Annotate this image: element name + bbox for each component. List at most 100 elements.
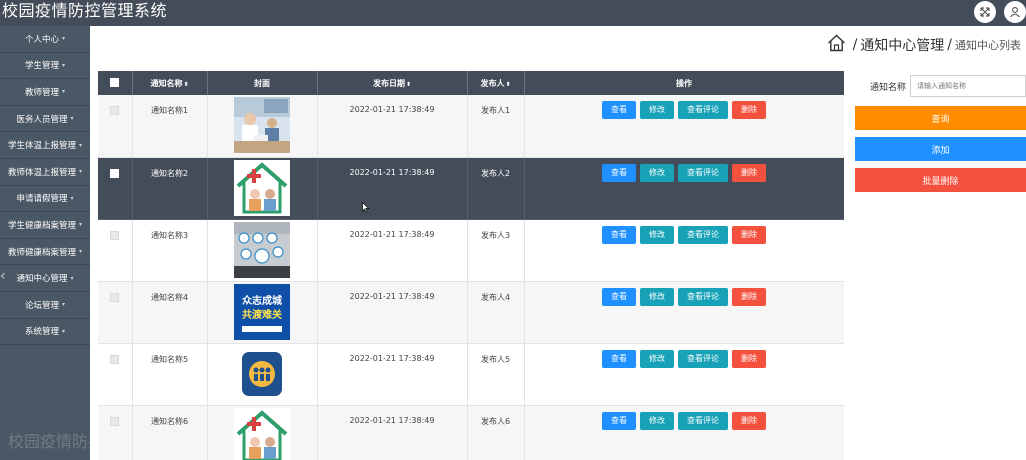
- fullscreen-icon[interactable]: [974, 1, 996, 23]
- view-comments-button[interactable]: 查看评论: [678, 101, 728, 119]
- search-panel: 通知名称 查询 添加 批量删除: [855, 74, 1026, 192]
- search-label: 通知名称: [870, 82, 907, 93]
- view-button[interactable]: 查看: [602, 163, 636, 182]
- chevron-down-icon: ▾: [79, 221, 83, 229]
- column-header-name[interactable]: 通知名称⬍: [132, 71, 208, 95]
- view-comments-button[interactable]: 查看评论: [678, 225, 728, 244]
- chevron-down-icon: ▾: [79, 248, 83, 256]
- table-row[interactable]: 通知名称2 2022-01-21 17:38:49 发布人2 查看 修改 查看评论删…: [98, 157, 844, 220]
- row-checkbox[interactable]: [110, 292, 120, 302]
- search-button[interactable]: 查询: [855, 106, 1026, 130]
- breadcrumb-separator: /: [852, 37, 858, 53]
- cell-date: 2022-01-21 17:38:49: [317, 157, 468, 220]
- edit-button[interactable]: 修改: [640, 349, 674, 368]
- row-checkbox[interactable]: [110, 354, 120, 364]
- sidebar-item-teacher[interactable]: 教师管理 ▾: [0, 79, 90, 106]
- view-comments-button[interactable]: 查看评论: [678, 349, 728, 368]
- cell-name: 通知名称4: [132, 281, 208, 344]
- column-header-publisher[interactable]: 发布人⬍: [467, 71, 525, 95]
- cell-name: 通知名称3: [132, 219, 208, 282]
- view-button[interactable]: 查看: [602, 101, 636, 119]
- edit-button[interactable]: 修改: [640, 225, 674, 244]
- sidebar-item-label: 教师体温上报管理: [7, 167, 76, 178]
- delete-button[interactable]: 删除: [732, 287, 766, 306]
- sidebar-item-medical-staff[interactable]: 医务人员管理 ▾: [0, 106, 90, 133]
- sort-icon[interactable]: ⬍: [505, 81, 510, 88]
- column-header-date[interactable]: 发布日期⬍: [317, 71, 468, 95]
- cover-image: [234, 407, 290, 460]
- sort-icon[interactable]: ⬍: [406, 81, 411, 88]
- sidebar-item-teacher-health-record[interactable]: 教师健康档案管理 ▾: [0, 239, 90, 266]
- chevron-down-icon: ▾: [62, 327, 66, 335]
- app-title: 校园疫情防控管理系统: [2, 1, 168, 20]
- sidebar-collapse-icon[interactable]: ‹: [0, 266, 10, 286]
- cell-date: 2022-01-21 17:38:49: [317, 281, 468, 344]
- table-row[interactable]: 通知名称5 2022-01-21 17:38:49 发布人5 查看 修改 查看评论删…: [98, 343, 844, 406]
- sidebar-item-label: 个人中心: [24, 34, 59, 45]
- cell-publisher: 发布人6: [467, 405, 525, 460]
- sidebar-item-leave-request[interactable]: 申请请假管理 ▾: [0, 186, 90, 213]
- cell-date: 2022-01-21 17:38:49: [317, 343, 468, 406]
- cell-name: 通知名称1: [132, 95, 208, 158]
- column-header-cover: 封面: [207, 71, 318, 95]
- sidebar: 个人中心 ▾ 学生管理 ▾ 教师管理 ▾ 医务人员管理 ▾ 学生体温上报管理 ▾ 教师体温…: [0, 26, 90, 460]
- chevron-down-icon: ▾: [70, 115, 74, 123]
- edit-button[interactable]: 修改: [640, 287, 674, 306]
- delete-button[interactable]: 删除: [732, 225, 766, 244]
- cell-date: 2022-01-21 17:38:49: [317, 405, 468, 460]
- sidebar-item-label: 论坛管理: [24, 300, 59, 311]
- delete-button[interactable]: 删除: [732, 349, 766, 368]
- cell-publisher: 发布人1: [467, 95, 525, 158]
- row-checkbox[interactable]: [110, 106, 120, 115]
- table-row[interactable]: 通知名称1 2022-01-21 17:38:49 发布人1 查看 修改 查看评论删…: [98, 95, 844, 158]
- sort-icon[interactable]: ⬍: [183, 81, 188, 88]
- notification-name-input[interactable]: [910, 75, 1026, 97]
- table-header-row: 通知名称⬍ 封面 发布日期⬍ 发布人⬍ 操作: [98, 71, 844, 95]
- table-row[interactable]: 通知名称3 2022-01-21 17:38:49 发布人3 查看 修改 查看评论删…: [98, 219, 844, 282]
- cell-name: 通知名称5: [132, 343, 208, 406]
- view-comments-button[interactable]: 查看评论: [678, 287, 728, 306]
- sidebar-item-student-health-record[interactable]: 学生健康档案管理 ▾: [0, 212, 90, 239]
- bulk-delete-button[interactable]: 批量删除: [855, 168, 1026, 192]
- sidebar-item-student[interactable]: 学生管理 ▾: [0, 53, 90, 80]
- chevron-down-icon: ▾: [62, 35, 66, 43]
- breadcrumb-notification-center[interactable]: 通知中心管理: [860, 35, 944, 55]
- mouse-cursor-icon: [362, 198, 370, 217]
- cover-image: [234, 221, 290, 278]
- delete-button[interactable]: 删除: [732, 163, 766, 182]
- sidebar-item-label: 通知中心管理: [16, 274, 68, 285]
- view-comments-button[interactable]: 查看评论: [678, 163, 728, 182]
- row-checkbox[interactable]: [110, 230, 120, 240]
- select-all-checkbox[interactable]: [110, 78, 120, 87]
- sidebar-item-label: 系统管理: [24, 327, 59, 338]
- user-icon[interactable]: [1004, 1, 1026, 23]
- edit-button[interactable]: 修改: [640, 411, 674, 430]
- home-icon[interactable]: [827, 34, 846, 56]
- delete-button[interactable]: 删除: [732, 101, 766, 119]
- view-button[interactable]: 查看: [602, 411, 636, 430]
- table-row[interactable]: 通知名称6 2022-01-21 17:38:49 发布人6 查看 修改 查看评论删…: [98, 405, 844, 460]
- column-header-ops: 操作: [524, 71, 844, 95]
- sidebar-item-personal-center[interactable]: 个人中心 ▾: [0, 26, 90, 53]
- sidebar-item-student-temperature[interactable]: 学生体温上报管理 ▾: [0, 132, 90, 159]
- view-button[interactable]: 查看: [602, 287, 636, 306]
- view-button[interactable]: 查看: [602, 349, 636, 368]
- add-button[interactable]: 添加: [855, 137, 1026, 161]
- view-button[interactable]: 查看: [602, 225, 636, 244]
- cell-publisher: 发布人4: [467, 281, 525, 344]
- row-checkbox[interactable]: [110, 416, 120, 426]
- edit-button[interactable]: 修改: [640, 163, 674, 182]
- delete-button[interactable]: 删除: [732, 411, 766, 430]
- sidebar-item-system[interactable]: 系统管理 ▾: [0, 319, 90, 346]
- view-comments-button[interactable]: 查看评论: [678, 411, 728, 430]
- poster-line-2: 共渡难关: [242, 308, 282, 321]
- sidebar-item-forum[interactable]: 论坛管理 ▾: [0, 292, 90, 319]
- sidebar-item-notification-center[interactable]: 通知中心管理 ▾: [0, 265, 90, 292]
- sidebar-item-teacher-temperature[interactable]: 教师体温上报管理 ▾: [0, 159, 90, 186]
- cover-image: [234, 97, 290, 153]
- edit-button[interactable]: 修改: [640, 101, 674, 119]
- cell-name: 通知名称6: [132, 405, 208, 460]
- table-row[interactable]: 通知名称4 众志成城 共渡难关 2022-01-21 17:38:49 发布人4 …: [98, 281, 844, 344]
- row-checkbox[interactable]: [110, 168, 120, 178]
- chevron-down-icon: ▾: [62, 88, 66, 96]
